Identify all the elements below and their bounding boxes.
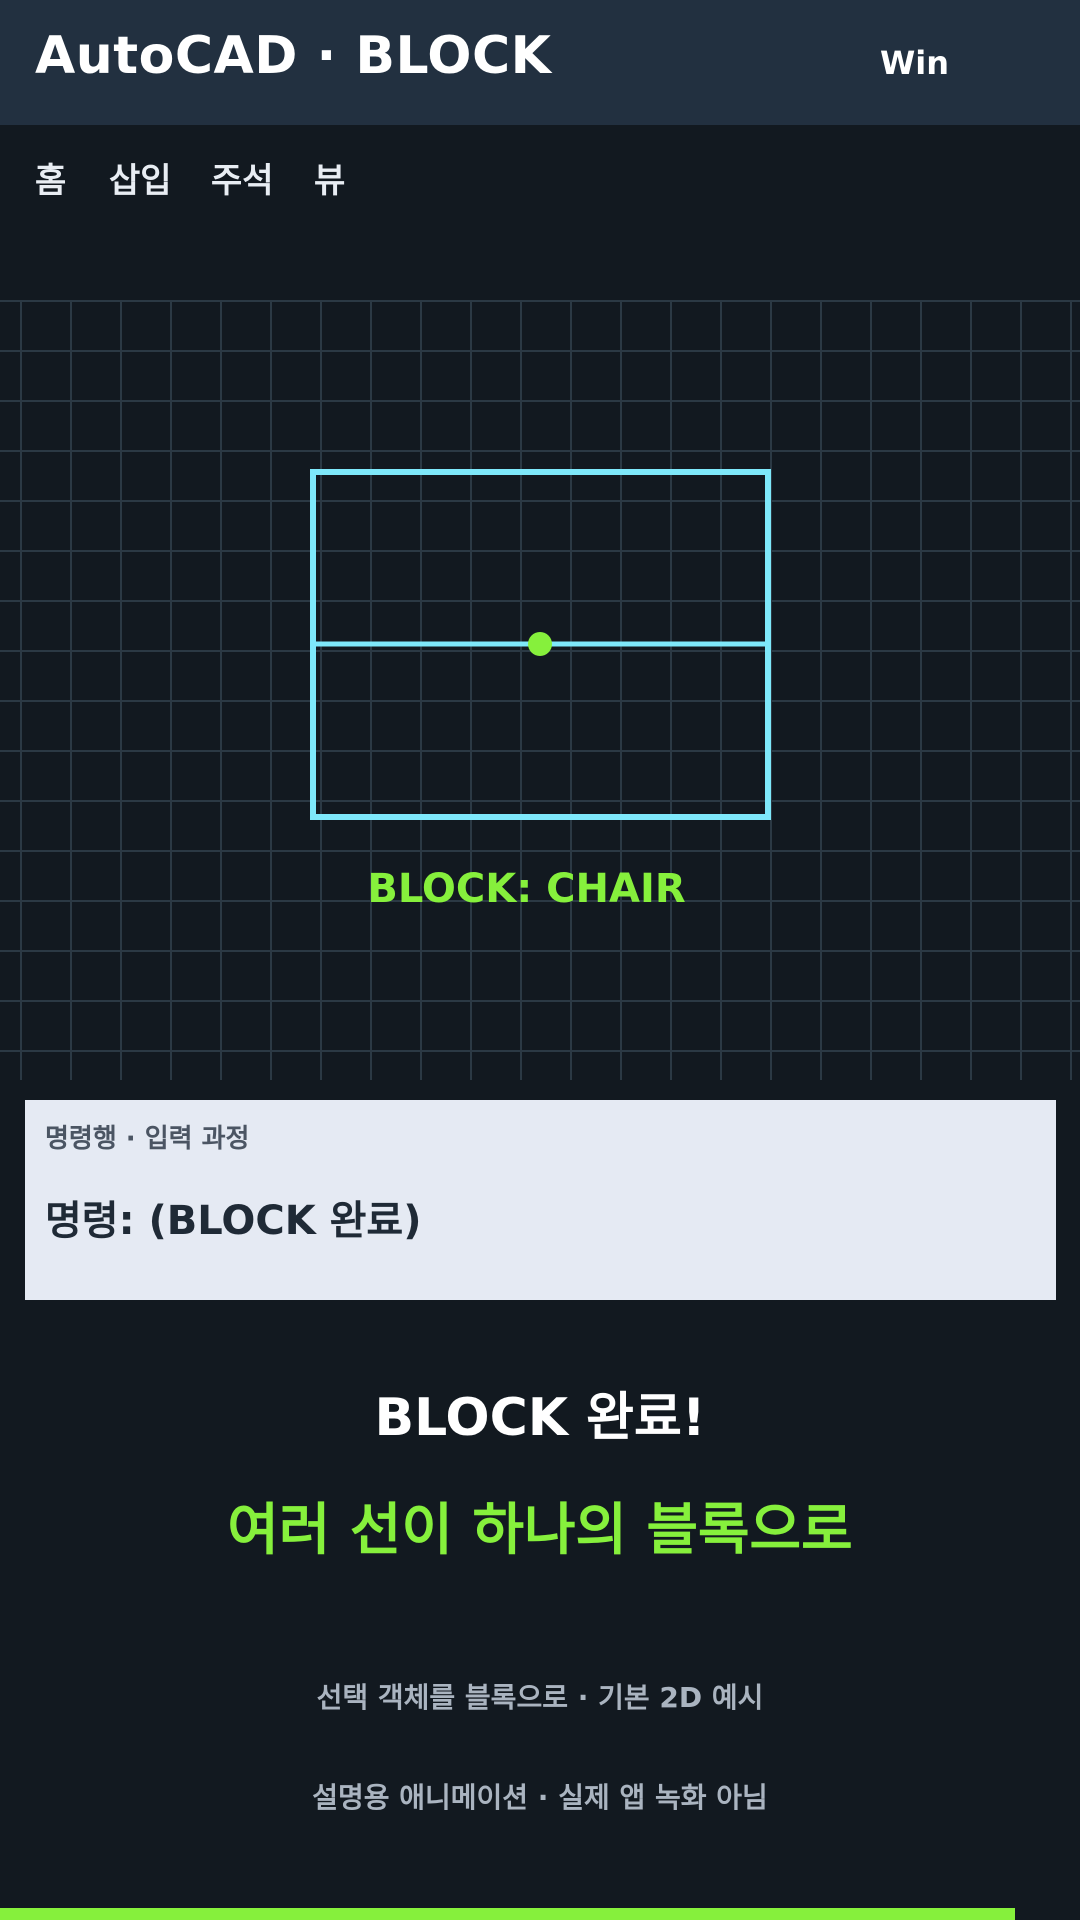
command-line-caption: 명령행 · 입력 과정 xyxy=(45,1124,250,1154)
drawing-canvas[interactable]: BLOCK: CHAIR xyxy=(0,300,1080,1080)
disclaimer-note: 설명용 애니메이션 · 실제 앱 녹화 아님 xyxy=(312,1781,768,1814)
tab-home[interactable]: 홈 xyxy=(35,153,66,202)
platform-label: Win xyxy=(880,44,950,82)
app-header: AutoCAD · BLOCK Win xyxy=(0,0,1080,125)
ribbon-tabs: 홈 삽입 주석 뷰 xyxy=(0,125,1080,300)
progress-bar-fill xyxy=(0,1908,1016,1920)
progress-bar xyxy=(0,1908,1080,1920)
completion-title: BLOCK 완료! xyxy=(374,1388,706,1448)
tab-view[interactable]: 뷰 xyxy=(314,153,345,202)
tab-insert[interactable]: 삽입 xyxy=(109,153,172,202)
block-geometry xyxy=(310,469,771,820)
base-point-marker xyxy=(528,632,552,656)
tab-annotate[interactable]: 주석 xyxy=(211,153,274,202)
command-line-panel: 명령행 · 입력 과정 명령: (BLOCK 완료) xyxy=(25,1100,1056,1300)
block-name-label: BLOCK: CHAIR xyxy=(367,866,686,912)
description-note: 선택 객체를 블록으로 · 기본 2D 예시 xyxy=(316,1681,764,1714)
app-title: AutoCAD · BLOCK xyxy=(35,26,552,86)
completion-subtitle: 여러 선이 하나의 블록으로 xyxy=(227,1498,853,1563)
command-line-text: 명령: (BLOCK 완료) xyxy=(45,1198,422,1244)
